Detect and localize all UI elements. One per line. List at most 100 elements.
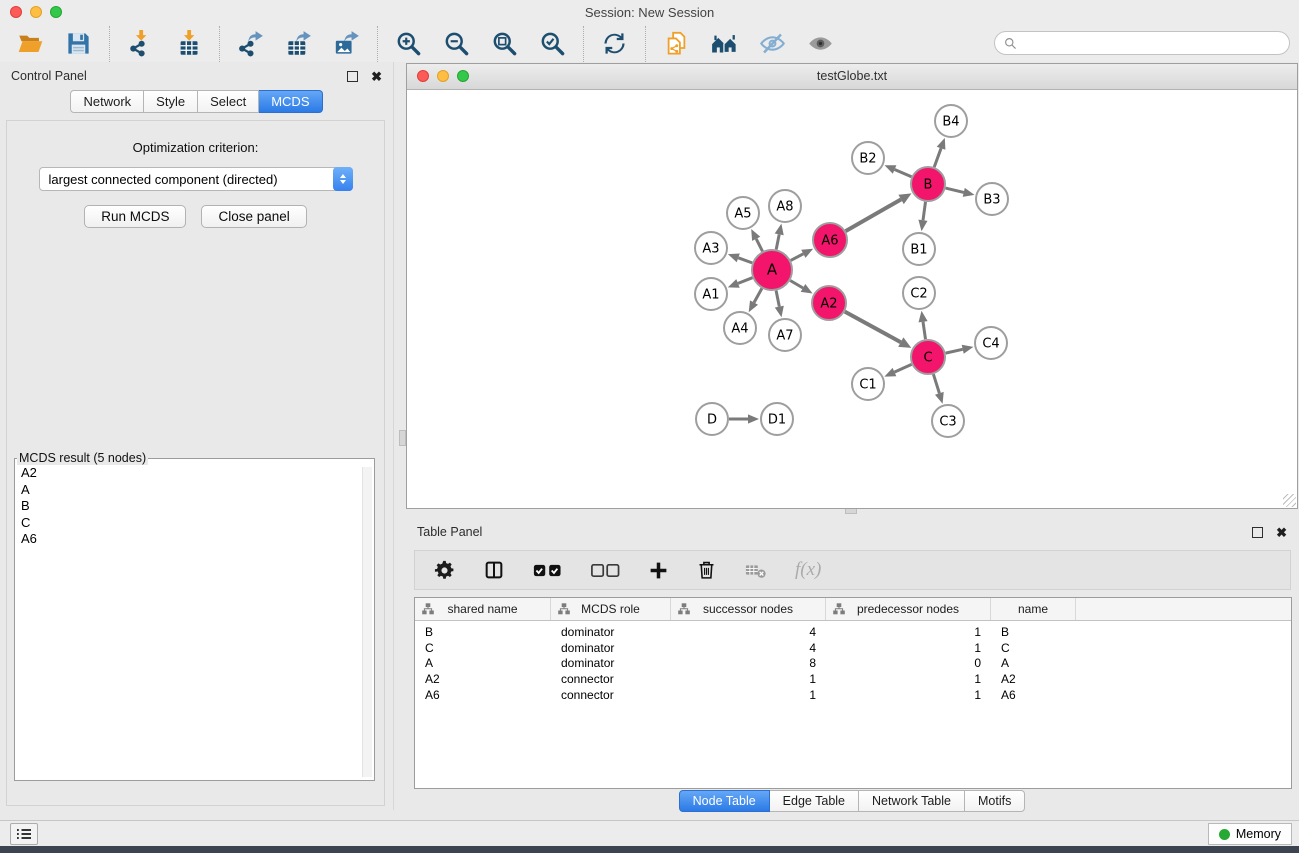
graph-edge[interactable]	[776, 291, 779, 307]
graph-node-B4[interactable]: B4	[935, 105, 967, 137]
graph-node-C3[interactable]: C3	[932, 405, 964, 437]
network-close-button[interactable]	[417, 70, 429, 82]
graph-node-A4[interactable]: A4	[724, 312, 756, 344]
float-table-panel-icon[interactable]	[1252, 527, 1263, 538]
table-row[interactable]: Cdominator41C	[415, 640, 1291, 656]
mcds-result-item[interactable]: B	[15, 498, 374, 515]
clone-network-icon[interactable]	[663, 30, 690, 57]
minimize-window-button[interactable]	[30, 6, 42, 18]
column-header-MCDS-role[interactable]: MCDS role	[551, 598, 671, 620]
tab-motifs[interactable]: Motifs	[965, 790, 1025, 812]
graph-edge[interactable]	[946, 188, 964, 192]
table-settings-icon[interactable]	[433, 559, 456, 582]
graph-edge[interactable]	[738, 258, 752, 263]
show-graphics-details-icon[interactable]	[807, 30, 834, 57]
zoom-selected-icon[interactable]	[539, 30, 566, 57]
tab-style[interactable]: Style	[144, 90, 198, 113]
import-network-icon[interactable]	[127, 30, 154, 57]
graph-node-A8[interactable]: A8	[769, 190, 801, 222]
tab-select[interactable]: Select	[198, 90, 259, 113]
graph-edge[interactable]	[894, 364, 911, 372]
graph-node-C1[interactable]: C1	[852, 368, 884, 400]
zoom-out-icon[interactable]	[443, 30, 470, 57]
mcds-result-item[interactable]: A2	[15, 465, 374, 482]
graph-node-B1[interactable]: B1	[903, 233, 935, 265]
graph-edge[interactable]	[756, 239, 762, 252]
table-row[interactable]: Adominator80A	[415, 656, 1291, 672]
select-all-icon[interactable]	[532, 562, 563, 579]
deselect-all-icon[interactable]	[590, 562, 621, 579]
graph-node-A1[interactable]: A1	[695, 278, 727, 310]
tab-network[interactable]: Network	[70, 90, 144, 113]
graph-edge[interactable]	[923, 322, 926, 340]
graph-node-B2[interactable]: B2	[852, 142, 884, 174]
close-window-button[interactable]	[10, 6, 22, 18]
graph-edge[interactable]	[946, 349, 963, 353]
graph-node-C[interactable]: C	[911, 340, 945, 374]
graph-edge[interactable]	[845, 312, 901, 343]
graph-node-C4[interactable]: C4	[975, 327, 1007, 359]
column-header-predecessor-nodes[interactable]: predecessor nodes	[826, 598, 991, 620]
close-table-panel-icon[interactable]: ✖	[1276, 526, 1287, 539]
graph-edge[interactable]	[895, 170, 912, 177]
column-layout-icon[interactable]	[483, 559, 505, 581]
zoom-in-icon[interactable]	[395, 30, 422, 57]
window-resize-grip[interactable]	[1283, 494, 1296, 507]
column-header-shared-name[interactable]: shared name	[415, 598, 551, 620]
delete-entry-icon[interactable]	[696, 559, 717, 581]
run-mcds-button[interactable]: Run MCDS	[84, 205, 186, 228]
graph-node-D1[interactable]: D1	[761, 403, 793, 435]
graph-node-A[interactable]: A	[752, 250, 792, 290]
import-table-icon[interactable]	[175, 30, 202, 57]
hide-unhide-panels-icon[interactable]	[759, 30, 786, 57]
graph-edge[interactable]	[790, 281, 803, 289]
graph-edge[interactable]	[754, 288, 762, 302]
graph-node-A6[interactable]: A6	[813, 223, 847, 257]
network-zoom-button[interactable]	[457, 70, 469, 82]
graph-node-A7[interactable]: A7	[769, 319, 801, 351]
add-entry-icon[interactable]	[648, 560, 669, 581]
mcds-result-item[interactable]: A6	[15, 531, 374, 548]
float-panel-icon[interactable]	[347, 71, 358, 82]
zoom-fit-icon[interactable]	[491, 30, 518, 57]
tab-network-table[interactable]: Network Table	[859, 790, 965, 812]
export-table-icon[interactable]	[285, 30, 312, 57]
graph-edge[interactable]	[846, 199, 902, 231]
table-row[interactable]: Bdominator41B	[415, 624, 1291, 640]
graph-node-D[interactable]: D	[696, 403, 728, 435]
graph-edge[interactable]	[923, 202, 926, 221]
mcds-result-item[interactable]: A	[15, 482, 374, 499]
tab-mcds[interactable]: MCDS	[259, 90, 322, 113]
graph-edge[interactable]	[933, 374, 939, 393]
table-row[interactable]: A2connector11A2	[415, 671, 1291, 687]
export-image-icon[interactable]	[333, 30, 360, 57]
mcds-result-item[interactable]: C	[15, 515, 374, 532]
column-header-name[interactable]: name	[991, 598, 1076, 620]
search-input[interactable]	[1022, 35, 1280, 51]
tab-edge-table[interactable]: Edge Table	[770, 790, 859, 812]
panel-splitter-grip[interactable]	[399, 430, 406, 446]
close-panel-icon[interactable]: ✖	[371, 70, 382, 83]
export-network-icon[interactable]	[237, 30, 264, 57]
network-graph-canvas[interactable]: B4 B2 B B3 A8 A5 A6 A3 B1 A A1 C2 A2 A4 A7 C4 C C1 C3 D D1	[407, 90, 1296, 508]
graph-node-B[interactable]: B	[911, 167, 945, 201]
table-row[interactable]: A6connector11A6	[415, 687, 1291, 703]
column-header-successor-nodes[interactable]: successor nodes	[671, 598, 826, 620]
search-field[interactable]	[994, 31, 1290, 55]
graph-edge[interactable]	[738, 278, 753, 284]
show-all-networks-icon[interactable]	[711, 30, 738, 57]
save-session-icon[interactable]	[65, 30, 92, 57]
graph-node-B3[interactable]: B3	[976, 183, 1008, 215]
graph-node-A5[interactable]: A5	[727, 197, 759, 229]
refresh-layout-icon[interactable]	[601, 30, 628, 57]
criterion-select[interactable]: largest connected component (directed)	[39, 167, 353, 191]
result-scrollbar[interactable]	[362, 467, 372, 777]
column-header-filler[interactable]	[1076, 598, 1291, 620]
close-panel-button[interactable]: Close panel	[201, 205, 306, 228]
graph-node-A2[interactable]: A2	[812, 286, 846, 320]
graph-node-C2[interactable]: C2	[903, 277, 935, 309]
network-minimize-button[interactable]	[437, 70, 449, 82]
graph-edge[interactable]	[934, 148, 941, 167]
graph-node-A3[interactable]: A3	[695, 232, 727, 264]
tab-node-table[interactable]: Node Table	[679, 790, 770, 812]
